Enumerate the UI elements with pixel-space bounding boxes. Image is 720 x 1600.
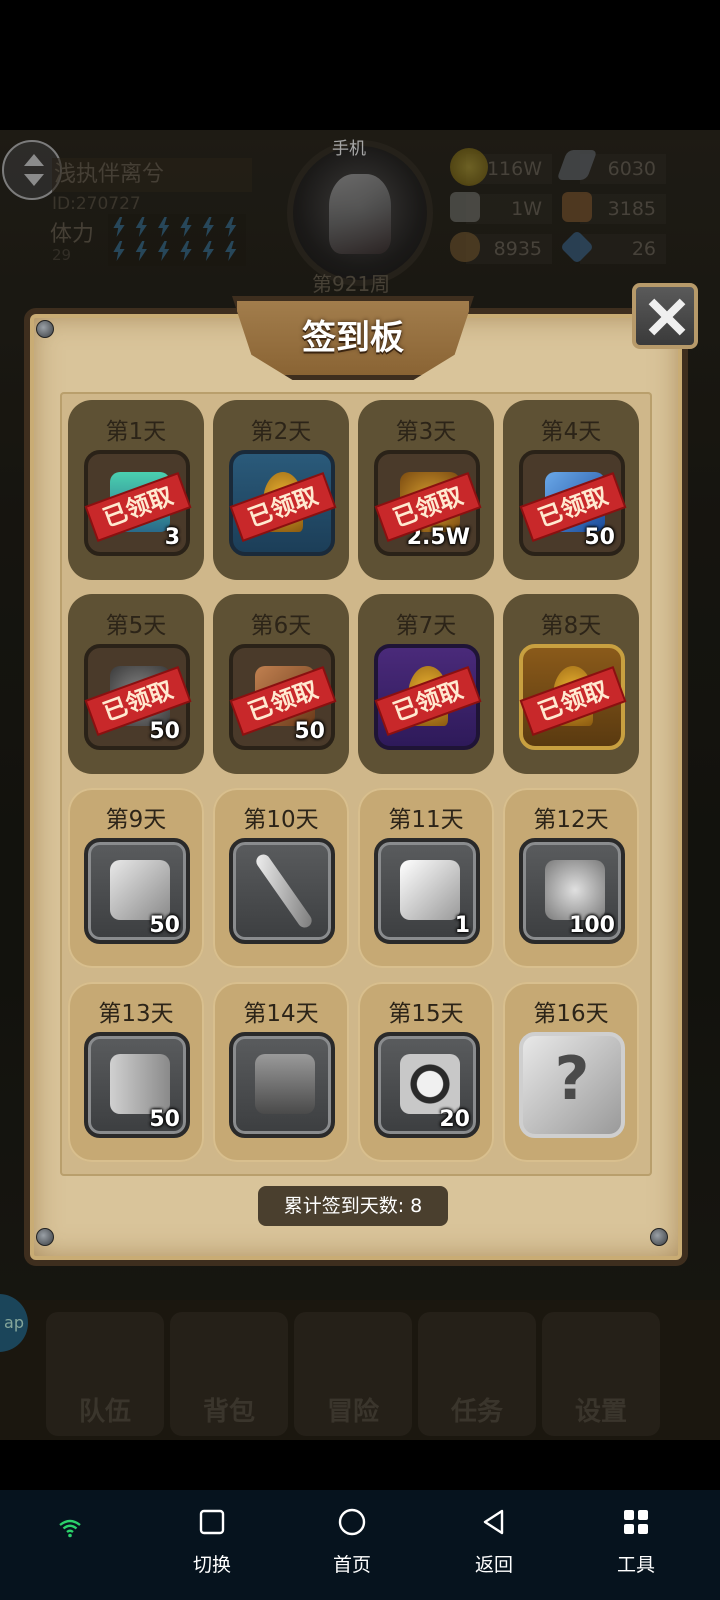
- day-label: 第10天: [243, 807, 319, 833]
- circle-icon: [338, 1508, 366, 1536]
- close-button[interactable]: [632, 283, 698, 349]
- day-card[interactable]: 第8天已领取: [503, 594, 639, 774]
- square-icon: [199, 1509, 225, 1535]
- reward-quantity: 50: [294, 719, 325, 744]
- day-card[interactable]: 第5天 50 已领取: [68, 594, 204, 774]
- emblem-icon: [400, 1054, 460, 1114]
- day-label: 第9天: [105, 807, 167, 833]
- question-icon: ?: [554, 1044, 590, 1114]
- day-label: 第6天: [250, 613, 312, 639]
- dialog-title: 签到板: [302, 318, 404, 358]
- day-label: 第13天: [98, 1001, 174, 1027]
- tools-label: 工具: [616, 1554, 655, 1576]
- day-card[interactable]: 第4天 50 已领取: [503, 400, 639, 580]
- day-card[interactable]: 第7天已领取: [358, 594, 494, 774]
- day-label: 第3天: [395, 419, 457, 445]
- day-label: 第16天: [533, 1001, 609, 1027]
- total-sign-in-days: 累计签到天数: 8: [258, 1186, 448, 1226]
- rivet-decoration: [650, 1228, 668, 1246]
- reward-slot: 3 已领取: [84, 450, 190, 556]
- reward-slot: 已领取: [519, 644, 625, 750]
- day-label: 第4天: [540, 419, 602, 445]
- day-label: 第12天: [533, 807, 609, 833]
- reward-slot: 50: [84, 1032, 190, 1138]
- day-card[interactable]: 第1天 3 已领取: [68, 400, 204, 580]
- sword-icon: [253, 851, 315, 931]
- switch-label: 切换: [192, 1554, 231, 1576]
- day-card[interactable]: 第10天: [213, 788, 349, 968]
- reward-quantity: 1: [454, 913, 470, 938]
- grid-icon: [624, 1510, 648, 1534]
- reward-slot: 已领取: [374, 644, 480, 750]
- reward-quantity: 50: [149, 913, 180, 938]
- reward-quantity: 50: [149, 719, 180, 744]
- switch-button[interactable]: 切换: [172, 1500, 252, 1590]
- day-card[interactable]: 第3天 2.5W 已领取: [358, 400, 494, 580]
- reward-slot: 100: [519, 838, 625, 944]
- reward-quantity: 20: [439, 1107, 470, 1132]
- feather-icon: [400, 860, 460, 920]
- iron-ingot-icon: [110, 860, 170, 920]
- day-label: 第2天: [250, 419, 312, 445]
- reward-slot: 已领取: [229, 450, 335, 556]
- reward-slot: [229, 1032, 335, 1138]
- reward-slot: ?: [519, 1032, 625, 1138]
- day-label: 第7天: [395, 613, 457, 639]
- reward-quantity: 50: [584, 525, 615, 550]
- reward-slot: 50 已领取: [519, 450, 625, 556]
- backpack-icon: [255, 1054, 315, 1114]
- stone-icon: [545, 860, 605, 920]
- day-card[interactable]: 第2天已领取: [213, 400, 349, 580]
- home-label: 首页: [332, 1554, 371, 1576]
- day-card[interactable]: 第13天 50: [68, 982, 204, 1162]
- home-button[interactable]: 首页: [312, 1500, 392, 1590]
- reward-slot: 50: [84, 838, 190, 944]
- day-card[interactable]: 第9天 50: [68, 788, 204, 968]
- day-card[interactable]: 第6天 50 已领取: [213, 594, 349, 774]
- reward-slot: 50 已领取: [229, 644, 335, 750]
- log-icon: [110, 1054, 170, 1114]
- reward-quantity: 50: [149, 1107, 180, 1132]
- day-label: 第14天: [243, 1001, 319, 1027]
- day-label: 第11天: [388, 807, 464, 833]
- day-label: 第8天: [540, 613, 602, 639]
- day-card[interactable]: 第12天 100: [503, 788, 639, 968]
- tools-button[interactable]: 工具: [596, 1500, 676, 1590]
- day-label: 第15天: [388, 1001, 464, 1027]
- reward-slot: 50 已领取: [84, 644, 190, 750]
- back-label: 返回: [474, 1554, 513, 1576]
- reward-quantity: 3: [164, 525, 180, 550]
- day-label: 第1天: [105, 419, 167, 445]
- wifi-icon: [59, 1519, 81, 1538]
- day-card[interactable]: 第14天: [213, 982, 349, 1162]
- reward-slot: 20: [374, 1032, 480, 1138]
- reward-quantity: 100: [569, 913, 615, 938]
- reward-slot: 1: [374, 838, 480, 944]
- rivet-decoration: [36, 1228, 54, 1246]
- day-card[interactable]: 第11天 1: [358, 788, 494, 968]
- day-card[interactable]: 第15天 20: [358, 982, 494, 1162]
- rivet-decoration: [36, 320, 54, 338]
- day-label: 第5天: [105, 613, 167, 639]
- reward-slot: 2.5W 已领取: [374, 450, 480, 556]
- back-button[interactable]: 返回: [454, 1500, 534, 1590]
- triangle-back-icon: [483, 1509, 504, 1535]
- reward-slot: [229, 838, 335, 944]
- day-card[interactable]: 第16天?: [503, 982, 639, 1162]
